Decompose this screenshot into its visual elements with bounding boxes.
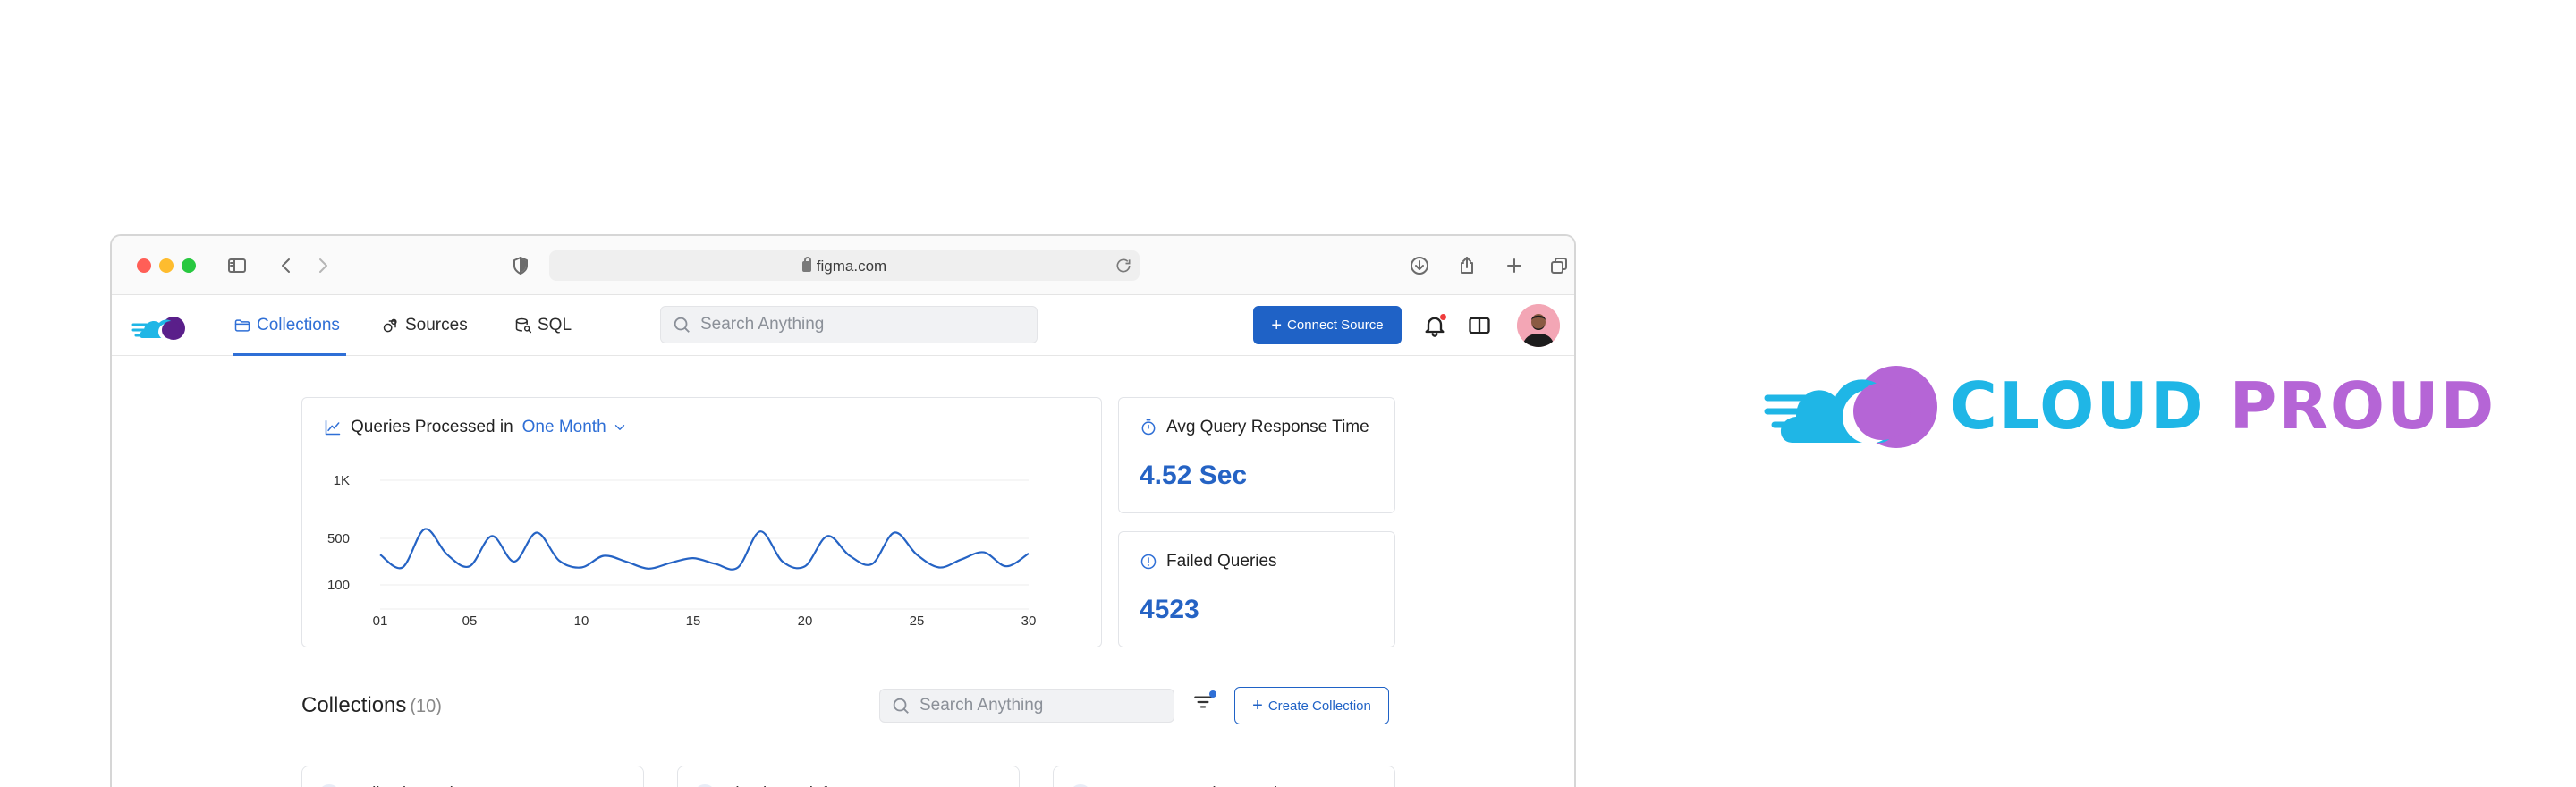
reload-icon[interactable] bbox=[1114, 257, 1132, 275]
address-bar[interactable]: figma.com bbox=[549, 250, 1140, 281]
queries-processed-card: Queries Processed in One Month 1K 500 100 0… bbox=[301, 397, 1102, 647]
cloud-logo-icon bbox=[1764, 366, 1937, 448]
avg-response-title: Avg Query Response Time bbox=[1166, 418, 1369, 436]
collections-count: (10) bbox=[410, 697, 442, 716]
stage: figma.com Collections Sources SQL Search… bbox=[0, 0, 2576, 787]
failed-queries-value: 4523 bbox=[1140, 595, 1199, 624]
share-icon[interactable] bbox=[1453, 252, 1480, 279]
y-tick-label: 500 bbox=[327, 531, 350, 546]
failed-queries-header: Failed Queries bbox=[1140, 552, 1277, 571]
split-view-icon[interactable] bbox=[1467, 313, 1492, 338]
search-icon bbox=[674, 317, 690, 333]
nav-tab-label: SQL bbox=[538, 316, 572, 334]
nav-tab-collections[interactable]: Collections bbox=[233, 295, 346, 356]
global-search[interactable] bbox=[660, 306, 1038, 343]
active-tab-indicator bbox=[233, 353, 346, 356]
brand-wordmark: CLOUD PROUD bbox=[1950, 368, 2496, 444]
folder-icon bbox=[234, 319, 250, 332]
close-window-button[interactable] bbox=[137, 258, 151, 273]
brand-word-proud: PROUD bbox=[2229, 368, 2496, 444]
plus-icon: + bbox=[1252, 696, 1263, 715]
brand-logo: CLOUD PROUD bbox=[1764, 358, 2494, 452]
notification-dot bbox=[1439, 313, 1447, 321]
collections-title: Collections bbox=[301, 693, 407, 717]
queries-line-chart: 1K 500 100 01 05 10 15 20 25 30 bbox=[327, 473, 1037, 629]
avg-response-header: Avg Query Response Time bbox=[1140, 418, 1369, 437]
nav-tab-sql[interactable]: SQL bbox=[514, 295, 572, 356]
failed-queries-card: Failed Queries 4523 bbox=[1118, 531, 1395, 647]
new-tab-icon[interactable] bbox=[1501, 252, 1528, 279]
user-avatar[interactable] bbox=[1517, 304, 1560, 347]
url-text: figma.com bbox=[549, 257, 1140, 275]
x-tick-label: 30 bbox=[1021, 614, 1037, 629]
filter-active-dot bbox=[1209, 690, 1216, 698]
collection-card[interactable]: collection_primary bbox=[301, 766, 644, 787]
maximize-window-button[interactable] bbox=[182, 258, 196, 273]
global-search-input[interactable] bbox=[700, 315, 1001, 334]
back-icon[interactable] bbox=[273, 252, 300, 279]
avg-response-card: Avg Query Response Time 4.52 Sec bbox=[1118, 397, 1395, 513]
connect-source-button[interactable]: + Connect Source bbox=[1253, 306, 1402, 344]
x-tick-label: 10 bbox=[574, 614, 589, 629]
nav-tab-label: Collections bbox=[257, 316, 340, 334]
app-header: Collections Sources SQL +Connect Source bbox=[112, 295, 1574, 356]
failed-queries-title: Failed Queries bbox=[1166, 552, 1277, 571]
database-search-icon bbox=[515, 317, 532, 334]
minimize-window-button[interactable] bbox=[159, 258, 174, 273]
plus-icon: + bbox=[1271, 315, 1283, 335]
alert-circle-icon bbox=[1140, 554, 1157, 570]
x-tick-label: 01 bbox=[373, 614, 388, 629]
url-label: figma.com bbox=[816, 258, 887, 275]
y-tick-label: 100 bbox=[327, 578, 350, 593]
lock-icon bbox=[801, 257, 811, 272]
nav-tab-label: Sources bbox=[405, 316, 468, 334]
collection-card[interactable]: database_info bbox=[677, 766, 1020, 787]
forward-icon[interactable] bbox=[309, 252, 336, 279]
collection-card[interactable]: amazon_warehouse_dates bbox=[1053, 766, 1395, 787]
browser-titlebar: figma.com bbox=[112, 236, 1574, 295]
filter-icon[interactable] bbox=[1191, 690, 1218, 717]
sources-icon bbox=[383, 318, 397, 333]
notifications-bell-icon[interactable] bbox=[1422, 313, 1447, 338]
x-tick-label: 20 bbox=[798, 614, 813, 629]
connect-source-label: Connect Source bbox=[1287, 317, 1384, 333]
privacy-shield-icon[interactable] bbox=[507, 252, 534, 279]
collections-search[interactable] bbox=[879, 689, 1174, 723]
x-tick-label: 25 bbox=[910, 614, 925, 629]
brand-word-cloud: CLOUD bbox=[1950, 368, 2206, 444]
create-collection-label: Create Collection bbox=[1267, 698, 1371, 714]
tab-overview-icon[interactable] bbox=[1546, 252, 1572, 279]
x-tick-label: 15 bbox=[686, 614, 701, 629]
sidebar-toggle-icon[interactable] bbox=[224, 252, 250, 279]
x-tick-label: 05 bbox=[462, 614, 478, 629]
app-logo[interactable] bbox=[131, 308, 189, 343]
create-collection-button[interactable]: + Create Collection bbox=[1234, 687, 1389, 724]
y-tick-label: 1K bbox=[334, 473, 350, 488]
stopwatch-icon bbox=[1141, 419, 1156, 436]
avg-response-value: 4.52 Sec bbox=[1140, 461, 1248, 490]
browser-window: figma.com Collections Sources SQL Search… bbox=[110, 234, 1576, 787]
series-line bbox=[379, 528, 1030, 571]
collections-search-input[interactable] bbox=[919, 696, 1155, 715]
downloads-icon[interactable] bbox=[1406, 252, 1433, 279]
collections-heading: Collections (10) bbox=[301, 693, 442, 718]
nav-tab-sources[interactable]: Sources bbox=[382, 295, 468, 356]
search-icon bbox=[893, 698, 909, 714]
